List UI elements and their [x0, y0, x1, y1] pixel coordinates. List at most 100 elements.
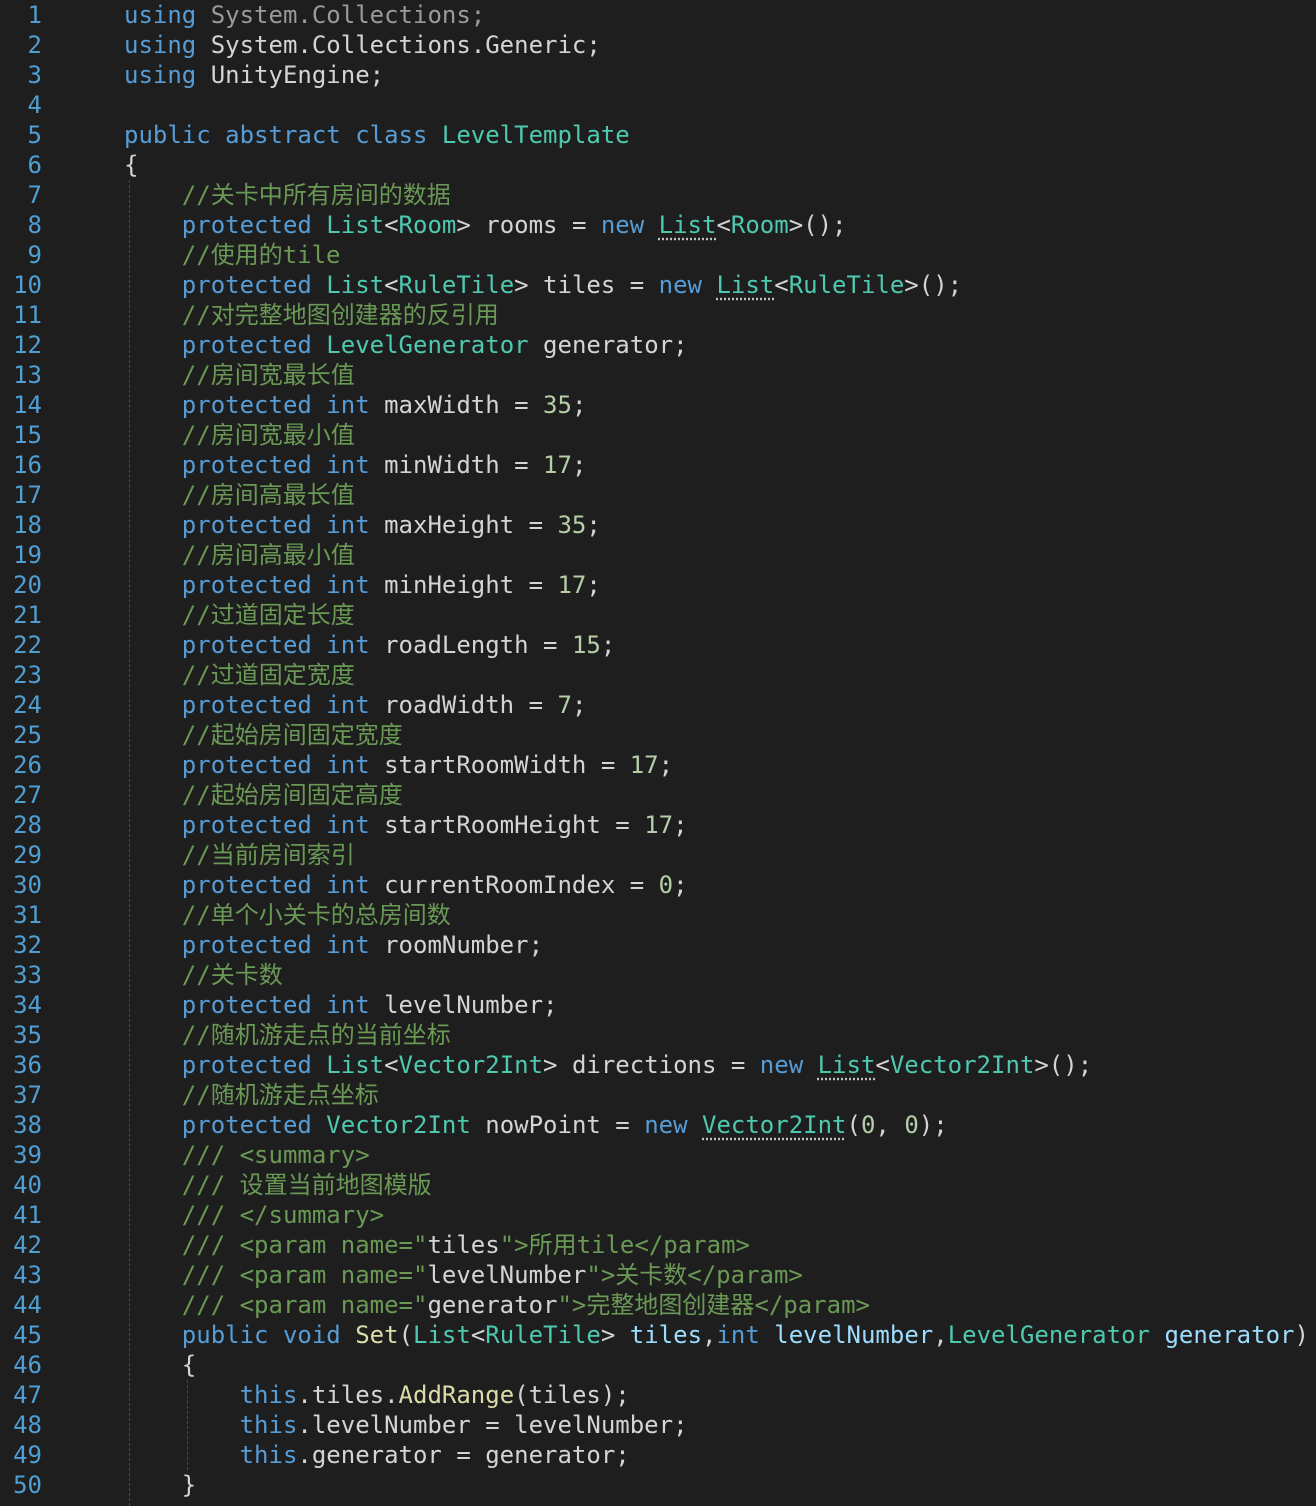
- code-text: public void Set(List<RuleTile> tiles,int…: [124, 1320, 1309, 1350]
- code-token: protected int: [181, 811, 370, 839]
- code-line[interactable]: 18 protected int maxHeight = 35;: [0, 510, 1316, 540]
- code-line[interactable]: 15 //房间宽最小值: [0, 420, 1316, 450]
- code-token: protected: [181, 211, 312, 239]
- code-token: protected: [181, 1051, 312, 1079]
- code-token: //起始房间固定宽度: [181, 721, 403, 749]
- line-number: 27: [13, 781, 42, 809]
- code-line[interactable]: 10 protected List<RuleTile> tiles = new …: [0, 270, 1316, 300]
- code-line[interactable]: 41 /// </summary>: [0, 1200, 1316, 1230]
- code-token: protected int: [181, 511, 370, 539]
- code-line[interactable]: 33 //关卡数: [0, 960, 1316, 990]
- code-line[interactable]: 46 {: [0, 1350, 1316, 1380]
- code-line[interactable]: 30 protected int currentRoomIndex = 0;: [0, 870, 1316, 900]
- code-line[interactable]: 22 protected int roadLength = 15;: [0, 630, 1316, 660]
- code-line[interactable]: 39 /// <summary>: [0, 1140, 1316, 1170]
- code-line[interactable]: 24 protected int roadWidth = 7;: [0, 690, 1316, 720]
- code-line[interactable]: 29 //当前房间索引: [0, 840, 1316, 870]
- code-line[interactable]: 16 protected int minWidth = 17;: [0, 450, 1316, 480]
- code-line[interactable]: 28 protected int startRoomHeight = 17;: [0, 810, 1316, 840]
- code-line[interactable]: 40 /// 设置当前地图模版: [0, 1170, 1316, 1200]
- code-line[interactable]: 31 //单个小关卡的总房间数: [0, 900, 1316, 930]
- code-line[interactable]: 27 //起始房间固定高度: [0, 780, 1316, 810]
- code-line[interactable]: 5 public abstract class LevelTemplate: [0, 120, 1316, 150]
- code-line[interactable]: 26 protected int startRoomWidth = 17;: [0, 750, 1316, 780]
- code-token: nowPoint =: [470, 1111, 645, 1139]
- code-line[interactable]: 19 //房间高最小值: [0, 540, 1316, 570]
- line-number: 10: [13, 271, 42, 299]
- code-text: //对完整地图创建器的反引用: [124, 300, 499, 330]
- code-token: ;: [586, 511, 601, 539]
- code-token: levelNumber: [427, 1261, 587, 1289]
- code-line[interactable]: 23 //过道固定宽度: [0, 660, 1316, 690]
- code-line[interactable]: 17 //房间高最长值: [0, 480, 1316, 510]
- code-editor[interactable]: 1 using System.Collections; 2 using System.…: [0, 0, 1316, 1506]
- line-number: 48: [13, 1411, 42, 1439]
- code-line[interactable]: 21 //过道固定长度: [0, 600, 1316, 630]
- code-line[interactable]: 34 protected int levelNumber;: [0, 990, 1316, 1020]
- code-token: <: [774, 271, 789, 299]
- line-number: 29: [13, 841, 42, 869]
- code-token: protected int: [181, 631, 370, 659]
- code-line[interactable]: 43 /// <param name="levelNumber">关卡数</pa…: [0, 1260, 1316, 1290]
- code-line[interactable]: 7 //关卡中所有房间的数据: [0, 180, 1316, 210]
- code-line[interactable]: 50 }: [0, 1470, 1316, 1500]
- code-token: protected int: [181, 691, 370, 719]
- code-token: List: [326, 271, 385, 299]
- code-token: List: [326, 211, 385, 239]
- code-line[interactable]: 42 /// <param name="tiles">所用tile</param…: [0, 1230, 1316, 1260]
- line-number: 1: [27, 1, 42, 29]
- code-text: //单个小关卡的总房间数: [124, 900, 451, 930]
- code-line[interactable]: 20 protected int minHeight = 17;: [0, 570, 1316, 600]
- code-token: 17: [557, 571, 587, 599]
- code-line[interactable]: 14 protected int maxWidth = 35;: [0, 390, 1316, 420]
- code-token: /// 设置当前地图模版: [181, 1171, 432, 1199]
- code-line[interactable]: 3 using UnityEngine;: [0, 60, 1316, 90]
- code-text: //房间高最小值: [124, 540, 355, 570]
- code-line[interactable]: 11 //对完整地图创建器的反引用: [0, 300, 1316, 330]
- code-token: roomNumber;: [369, 931, 544, 959]
- code-token: RuleTile: [485, 1321, 601, 1349]
- code-line[interactable]: 32 protected int roomNumber;: [0, 930, 1316, 960]
- code-line[interactable]: 47 this.tiles.AddRange(tiles);: [0, 1380, 1316, 1410]
- code-line[interactable]: 25 //起始房间固定宽度: [0, 720, 1316, 750]
- code-line[interactable]: 38 protected Vector2Int nowPoint = new V…: [0, 1110, 1316, 1140]
- code-line[interactable]: 12 protected LevelGenerator generator;: [0, 330, 1316, 360]
- code-token: using: [124, 61, 197, 89]
- code-line[interactable]: 49 this.generator = generator;: [0, 1440, 1316, 1470]
- code-token: startRoomWidth =: [369, 751, 630, 779]
- code-token: //随机游走点的当前坐标: [181, 1021, 451, 1049]
- code-text: protected int maxHeight = 35;: [124, 510, 601, 540]
- code-token: generator: [1164, 1321, 1295, 1349]
- code-line[interactable]: 6{: [0, 150, 1316, 180]
- code-line[interactable]: 4: [0, 90, 1316, 120]
- code-line[interactable]: 2 using System.Collections.Generic;: [0, 30, 1316, 60]
- code-line[interactable]: 35 //随机游走点的当前坐标: [0, 1020, 1316, 1050]
- code-text: protected int minWidth = 17;: [124, 450, 587, 480]
- code-token: protected: [181, 1111, 312, 1139]
- code-line[interactable]: 48 this.levelNumber = levelNumber;: [0, 1410, 1316, 1440]
- code-line[interactable]: 1 using System.Collections;: [0, 0, 1316, 30]
- code-line[interactable]: 9 //使用的tile: [0, 240, 1316, 270]
- code-token: (tiles);: [514, 1381, 630, 1409]
- code-text: }: [124, 1470, 196, 1500]
- code-line[interactable]: 44 /// <param name="generator">完整地图创建器</…: [0, 1290, 1316, 1320]
- code-token: //关卡中所有房间的数据: [181, 181, 451, 209]
- code-line[interactable]: 36 protected List<Vector2Int> directions…: [0, 1050, 1316, 1080]
- code-line[interactable]: 8 protected List<Room> rooms = new List<…: [0, 210, 1316, 240]
- code-line[interactable]: 13 //房间宽最长值: [0, 360, 1316, 390]
- code-line[interactable]: 45 public void Set(List<RuleTile> tiles,…: [0, 1320, 1316, 1350]
- code-token: tiles: [427, 1231, 500, 1259]
- code-line[interactable]: 37 //随机游走点坐标: [0, 1080, 1316, 1110]
- line-number: 35: [13, 1021, 42, 1049]
